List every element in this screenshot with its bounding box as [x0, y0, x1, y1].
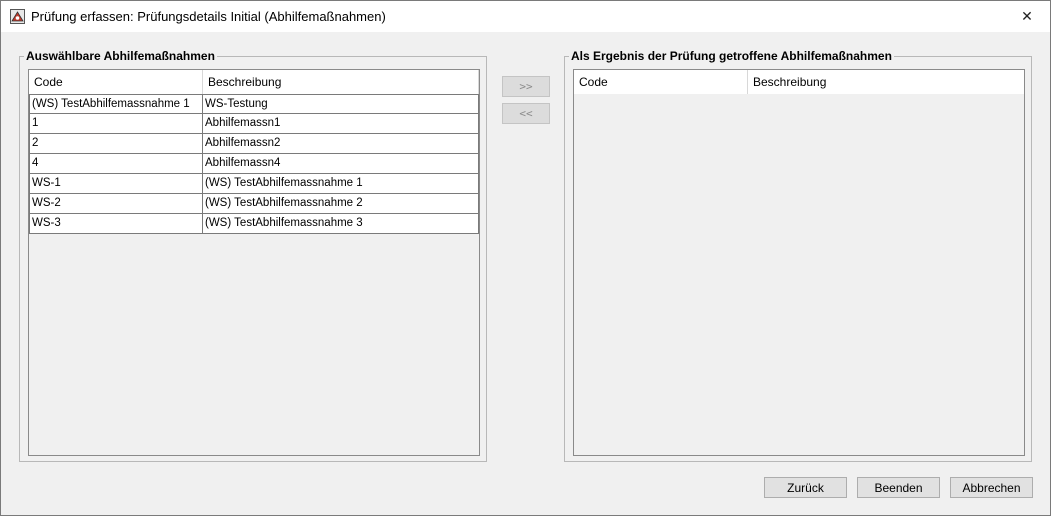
table-row[interactable]: 1 Abhilfemassn1 [29, 114, 479, 134]
cell-code: 2 [29, 134, 203, 153]
table-row[interactable]: WS-3 (WS) TestAbhilfemassnahme 3 [29, 214, 479, 234]
cell-code: WS-1 [29, 174, 203, 193]
column-header-description[interactable]: Beschreibung [748, 70, 1024, 94]
cell-code: 1 [29, 114, 203, 133]
available-measures-group: Auswählbare Abhilfemaßnahmen Code Beschr… [19, 49, 487, 462]
selected-measures-group: Als Ergebnis der Prüfung getroffene Abhi… [564, 49, 1032, 462]
cell-description: (WS) TestAbhilfemassnahme 1 [203, 174, 479, 193]
close-icon: ✕ [1021, 8, 1033, 24]
cell-description: Abhilfemassn4 [203, 154, 479, 173]
available-measures-label: Auswählbare Abhilfemaßnahmen [24, 49, 217, 63]
cell-code: 4 [29, 154, 203, 173]
cell-description: (WS) TestAbhilfemassnahme 2 [203, 194, 479, 213]
column-header-code[interactable]: Code [574, 70, 748, 94]
back-button[interactable]: Zurück [764, 477, 847, 498]
cell-code: (WS) TestAbhilfemassnahme 1 [29, 95, 203, 114]
column-header-code[interactable]: Code [29, 70, 203, 94]
selected-measures-label: Als Ergebnis der Prüfung getroffene Abhi… [569, 49, 894, 63]
available-measures-table[interactable]: Code Beschreibung (WS) TestAbhilfemassna… [28, 69, 480, 456]
table-row[interactable]: WS-1 (WS) TestAbhilfemassnahme 1 [29, 174, 479, 194]
window-title: Prüfung erfassen: Prüfungsdetails Initia… [31, 9, 386, 24]
column-header-description[interactable]: Beschreibung [203, 70, 479, 94]
table-header: Code Beschreibung [29, 70, 479, 94]
title-bar: Prüfung erfassen: Prüfungsdetails Initia… [1, 1, 1050, 32]
cell-description: (WS) TestAbhilfemassnahme 3 [203, 214, 479, 233]
table-body: (WS) TestAbhilfemassnahme 1 WS-Testung 1 Ab… [29, 94, 479, 234]
cell-description: Abhilfemassn2 [203, 134, 479, 153]
cell-code: WS-3 [29, 214, 203, 233]
cell-description: Abhilfemassn1 [203, 114, 479, 133]
table-row[interactable]: WS-2 (WS) TestAbhilfemassnahme 2 [29, 194, 479, 214]
cell-description: WS-Testung [203, 95, 479, 114]
table-row[interactable]: 4 Abhilfemassn4 [29, 154, 479, 174]
dialog-window: Prüfung erfassen: Prüfungsdetails Initia… [0, 0, 1051, 516]
table-row[interactable]: 2 Abhilfemassn2 [29, 134, 479, 154]
table-row[interactable]: (WS) TestAbhilfemassnahme 1 WS-Testung [29, 94, 479, 114]
selected-measures-table[interactable]: Code Beschreibung [573, 69, 1025, 456]
add-measure-button[interactable]: >> [502, 76, 550, 97]
close-button[interactable]: ✕ [1004, 1, 1050, 32]
cell-code: WS-2 [29, 194, 203, 213]
app-icon [10, 9, 25, 24]
finish-button[interactable]: Beenden [857, 477, 940, 498]
table-header: Code Beschreibung [574, 70, 1024, 94]
remove-measure-button[interactable]: << [502, 103, 550, 124]
cancel-button[interactable]: Abbrechen [950, 477, 1033, 498]
